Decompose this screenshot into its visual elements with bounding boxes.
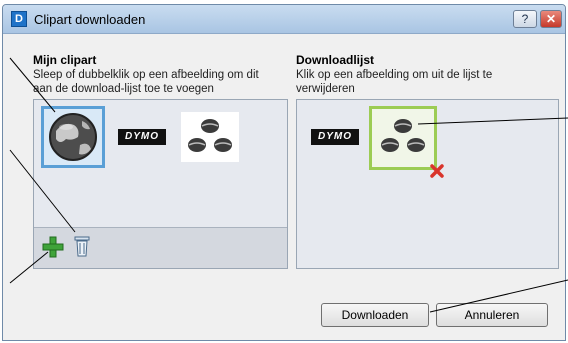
callout-lines [9,57,568,313]
